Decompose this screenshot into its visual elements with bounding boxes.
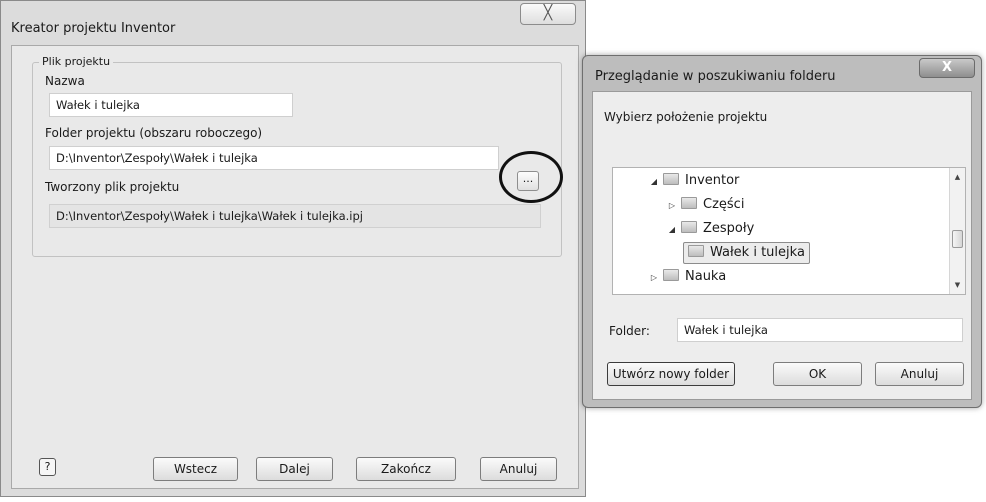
- expand-icon[interactable]: ▷: [665, 195, 679, 217]
- close-icon: ╳: [543, 5, 553, 21]
- folder-name-input[interactable]: Wałek i tulejka: [677, 318, 963, 342]
- expand-icon[interactable]: ▷: [647, 267, 661, 289]
- folder-label: Folder:: [609, 324, 650, 338]
- selected-item-highlight: Wałek i tulejka: [683, 242, 810, 264]
- new-folder-button[interactable]: Utwórz nowy folder: [607, 362, 735, 386]
- project-file-group: Plik projektu Nazwa Wałek i tulejka Fold…: [32, 55, 562, 257]
- folder-label: Folder projektu (obszaru roboczego): [45, 126, 263, 140]
- tree-item-zespoly[interactable]: ◢ Zespoły: [665, 218, 754, 240]
- cancel-button[interactable]: Anuluj: [480, 457, 557, 481]
- instruction-text: Wybierz położenie projektu: [604, 110, 768, 124]
- file-label: Tworzony plik projektu: [45, 180, 180, 194]
- folder-tree[interactable]: ◢ Inventor ▷ Części ◢ Zespoły Wałek i tulej…: [612, 167, 966, 295]
- help-icon: ?: [44, 460, 51, 473]
- project-wizard-dialog: Kreator projektu Inventor ╳ Plik projekt…: [0, 0, 586, 497]
- scroll-thumb[interactable]: [952, 230, 963, 248]
- tree-item-czesci[interactable]: ▷ Części: [665, 194, 744, 216]
- collapse-icon[interactable]: ◢: [665, 219, 679, 241]
- folder-icon: [688, 245, 704, 257]
- collapse-icon[interactable]: ◢: [647, 171, 661, 193]
- browse-folder-dialog: Przeglądanie w poszukiwaniu folderu X Wy…: [582, 55, 982, 408]
- dialog-client-area: Plik projektu Nazwa Wałek i tulejka Fold…: [11, 45, 579, 489]
- scroll-up-icon[interactable]: ▲: [950, 170, 965, 184]
- folder-icon: [681, 221, 697, 233]
- name-input[interactable]: Wałek i tulejka: [49, 93, 293, 117]
- scroll-down-icon[interactable]: ▼: [950, 278, 965, 292]
- next-button[interactable]: Dalej: [256, 457, 333, 481]
- tree-item-inventor[interactable]: ◢ Inventor: [647, 170, 739, 192]
- tree-item-label: Zespoły: [703, 221, 755, 236]
- close-icon: X: [941, 60, 953, 75]
- dialog-title: Przeglądanie w poszukiwaniu folderu: [595, 69, 836, 84]
- tree-item-label: Nauka: [685, 269, 727, 284]
- cancel-button[interactable]: Anuluj: [875, 362, 964, 386]
- folder-icon: [681, 197, 697, 209]
- finish-button[interactable]: Zakończ: [356, 457, 456, 481]
- dialog-client-area: Wybierz położenie projektu ◢ Inventor ▷ Cz…: [592, 91, 972, 400]
- folder-icon: [663, 269, 679, 281]
- folder-icon: [663, 173, 679, 185]
- tree-item-label: Inventor: [685, 173, 740, 188]
- tree-item-label: Części: [703, 197, 745, 212]
- vertical-scrollbar[interactable]: ▲ ▼: [949, 168, 965, 294]
- back-button[interactable]: Wstecz: [153, 457, 238, 481]
- ok-button[interactable]: OK: [773, 362, 862, 386]
- project-folder-input[interactable]: D:\Inventor\Zespoły\Wałek i tulejka: [49, 146, 499, 170]
- close-button[interactable]: ╳: [520, 3, 576, 25]
- tree-item-label: Wałek i tulejka: [710, 245, 805, 260]
- dialog-title: Kreator projektu Inventor: [11, 21, 176, 36]
- group-label: Plik projektu: [39, 55, 114, 68]
- tree-item-nauka[interactable]: ▷ Nauka: [647, 266, 726, 288]
- project-file-output: D:\Inventor\Zespoły\Wałek i tulejka\Wałe…: [49, 204, 541, 228]
- name-label: Nazwa: [45, 74, 85, 88]
- tree-item-walek-i-tulejka[interactable]: Wałek i tulejka: [683, 242, 810, 264]
- help-button[interactable]: ?: [39, 458, 56, 476]
- close-button[interactable]: X: [919, 58, 975, 78]
- highlight-circle: [499, 151, 563, 203]
